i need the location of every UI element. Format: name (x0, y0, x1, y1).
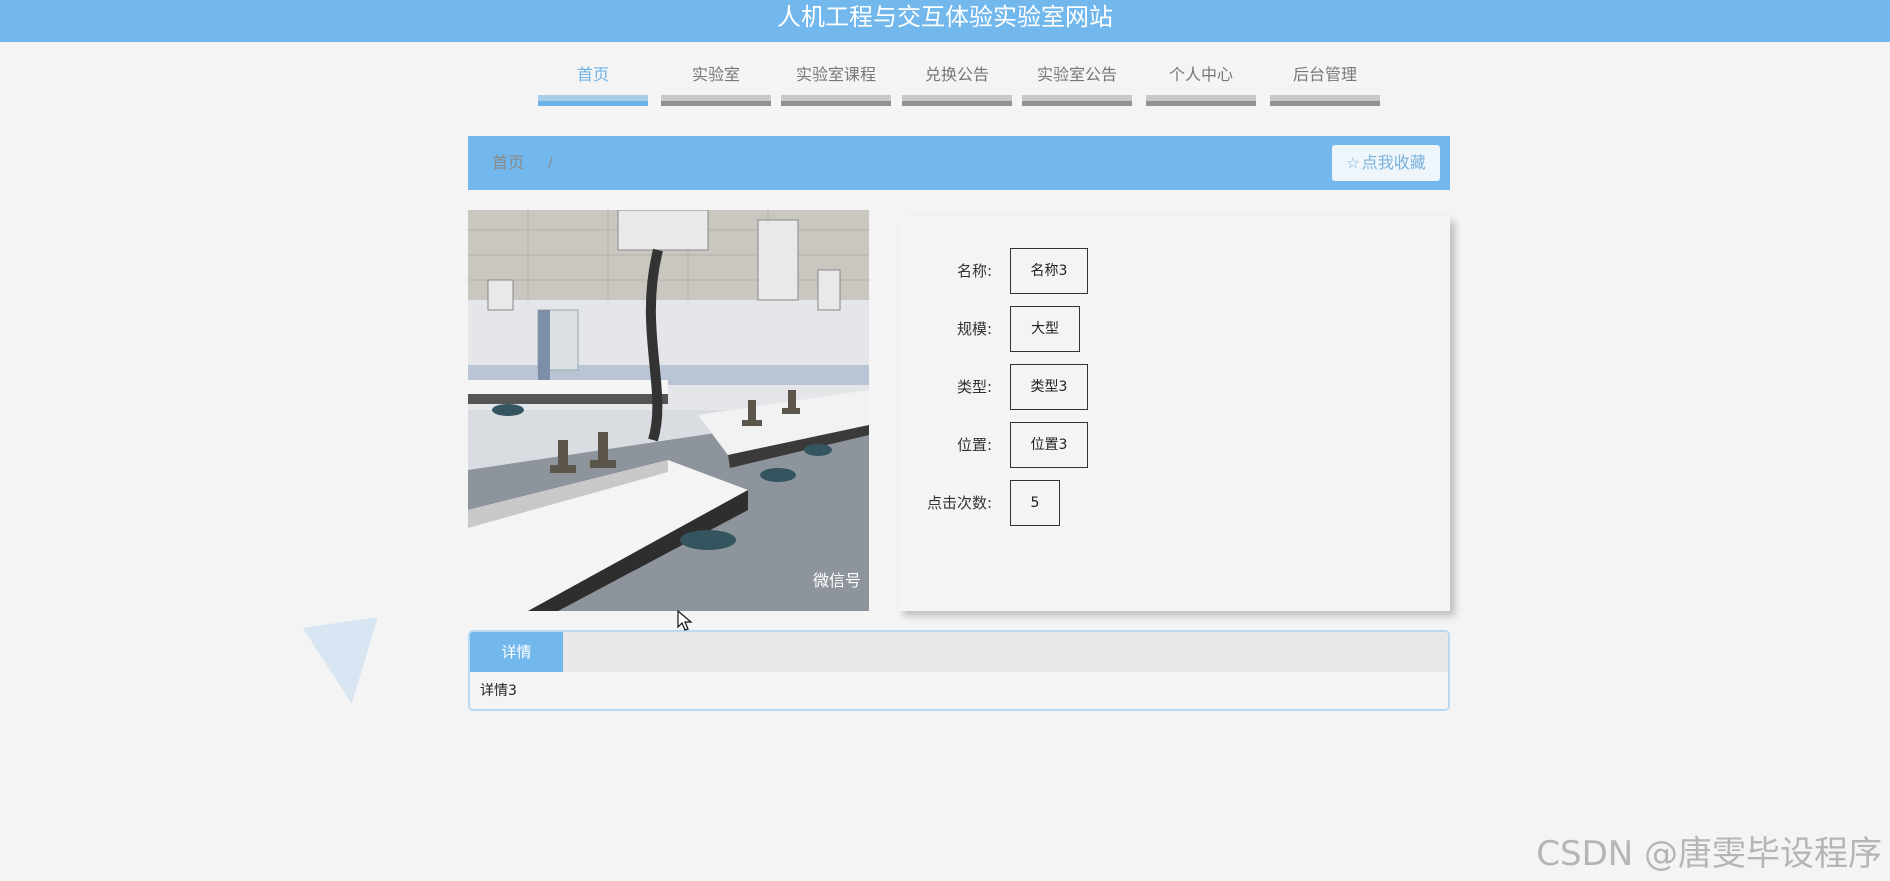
info-value: 位置3 (1010, 422, 1088, 468)
lab-photo: 微信号 (468, 210, 869, 611)
info-value: 5 (1010, 480, 1060, 526)
breadcrumb-home-link[interactable]: 首页 (492, 136, 524, 190)
detail-content: 详情3 (480, 683, 517, 699)
nav-item-underline (538, 95, 648, 106)
info-panel: 名称: 名称3 规模: 大型 类型: 类型3 位置: 位置3 点击次数: 5 (898, 216, 1450, 611)
nav-item-label: 个人中心 (1168, 65, 1233, 84)
nav-item-admin[interactable]: 后台管理 (1270, 60, 1380, 106)
detail-section: 详情 详情3 (468, 630, 1450, 711)
decorative-triangle (302, 617, 390, 709)
nav-item-underline (902, 95, 1012, 106)
nav-item-lab[interactable]: 实验室 (661, 60, 771, 106)
favorite-button[interactable]: ☆ 点我收藏 (1332, 145, 1440, 181)
info-value: 类型3 (1010, 364, 1088, 410)
nav-item-label: 后台管理 (1292, 65, 1357, 84)
nav-item-underline (1146, 95, 1256, 106)
nav-item-label: 实验室课程 (795, 65, 876, 84)
main-nav: 首页 实验室 实验室课程 兑换公告 实验室公告 个人中心 后台管理 (0, 60, 1890, 106)
nav-item-label: 实验室公告 (1036, 65, 1117, 84)
site-title: 人机工程与交互体验实验室网站 (777, 3, 1113, 31)
info-value: 大型 (1010, 306, 1080, 352)
info-key: 点击次数: (926, 494, 992, 512)
nav-item-underline (1270, 95, 1380, 106)
breadcrumb-separator: / (548, 155, 553, 171)
info-key: 类型: (956, 378, 992, 396)
csdn-watermark: CSDN @唐雯毕设程序 (1536, 834, 1882, 874)
nav-item-home[interactable]: 首页 (538, 60, 648, 106)
star-outline-icon: ☆ (1346, 154, 1360, 172)
nav-item-underline (661, 95, 771, 106)
nav-item-underline (1022, 95, 1132, 106)
nav-item-label: 实验室 (691, 65, 740, 84)
info-key: 规模: (956, 320, 992, 338)
nav-item-underline (781, 95, 891, 106)
nav-item-lab-courses[interactable]: 实验室课程 (781, 60, 891, 106)
nav-item-personal-center[interactable]: 个人中心 (1146, 60, 1256, 106)
info-value: 名称3 (1010, 248, 1088, 294)
detail-tab-bar: 详情 (470, 632, 1448, 672)
nav-item-label: 首页 (576, 65, 609, 84)
site-header: 人机工程与交互体验实验室网站 (0, 0, 1890, 42)
photo-watermark: 微信号 (813, 571, 861, 590)
lab-photo-illustration: 微信号 (468, 210, 869, 611)
info-key: 名称: (956, 262, 992, 280)
mouse-cursor-icon (677, 609, 693, 636)
info-key: 位置: (956, 436, 992, 454)
tab-detail[interactable]: 详情 (470, 632, 563, 672)
favorite-button-label: 点我收藏 (1361, 153, 1426, 172)
nav-item-lab-notice[interactable]: 实验室公告 (1022, 60, 1132, 106)
breadcrumb: 首页 / ☆ 点我收藏 (468, 136, 1450, 190)
nav-item-label: 兑换公告 (924, 65, 989, 84)
nav-item-exchange-notice[interactable]: 兑换公告 (902, 60, 1012, 106)
